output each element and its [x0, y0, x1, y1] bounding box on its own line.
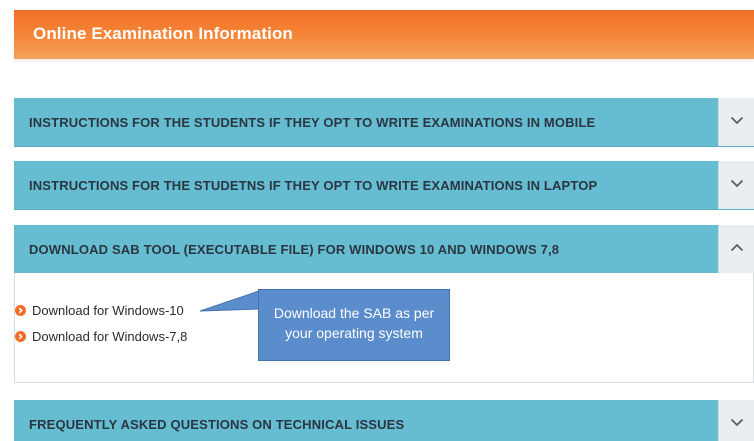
page: Online Examination Information INSTRUCTI…	[0, 0, 754, 441]
chevron-up-icon	[730, 243, 744, 252]
accordion-header-faq[interactable]: FREQUENTLY ASKED QUESTIONS ON TECHNICAL …	[14, 400, 754, 441]
accordion-header-sab-tool[interactable]: DOWNLOAD SAB TOOL (EXECUTABLE FILE) FOR …	[14, 225, 754, 274]
download-windows-10-link[interactable]: Download for Windows-10	[32, 303, 184, 318]
chevron-down-icon	[730, 418, 744, 427]
download-windows-7-8-link[interactable]: Download for Windows-7,8	[32, 329, 187, 344]
accordion-toggle-sab-tool[interactable]	[718, 225, 754, 273]
callout-pointer	[200, 290, 260, 312]
callout-annotation: Download the SAB as per your operating s…	[258, 289, 450, 361]
chevron-down-icon	[730, 179, 744, 188]
callout-text: Download the SAB as per your operating s…	[273, 305, 435, 341]
accordion-toggle-mobile[interactable]	[718, 98, 754, 146]
chevron-down-icon	[730, 116, 744, 125]
accordion-toggle-laptop[interactable]	[718, 161, 754, 209]
arrow-circle-right-icon	[15, 330, 26, 342]
accordion-label-sab-tool: DOWNLOAD SAB TOOL (EXECUTABLE FILE) FOR …	[29, 242, 560, 257]
page-title: Online Examination Information	[33, 24, 293, 43]
accordion-label-mobile: INSTRUCTIONS FOR THE STUDENTS IF THEY OP…	[29, 115, 596, 130]
accordion-header-laptop[interactable]: INSTRUCTIONS FOR THE STUDETNS IF THEY OP…	[14, 161, 754, 210]
download-windows-10-item[interactable]: Download for Windows-10	[15, 302, 184, 318]
accordion-header-mobile[interactable]: INSTRUCTIONS FOR THE STUDENTS IF THEY OP…	[14, 98, 754, 147]
accordion-label-laptop: INSTRUCTIONS FOR THE STUDETNS IF THEY OP…	[29, 178, 598, 193]
page-header: Online Examination Information	[14, 10, 754, 59]
arrow-circle-right-icon	[15, 304, 26, 316]
download-windows-7-8-item[interactable]: Download for Windows-7,8	[15, 328, 187, 344]
accordion-label-faq: FREQUENTLY ASKED QUESTIONS ON TECHNICAL …	[29, 417, 405, 432]
accordion-toggle-faq[interactable]	[718, 400, 754, 441]
